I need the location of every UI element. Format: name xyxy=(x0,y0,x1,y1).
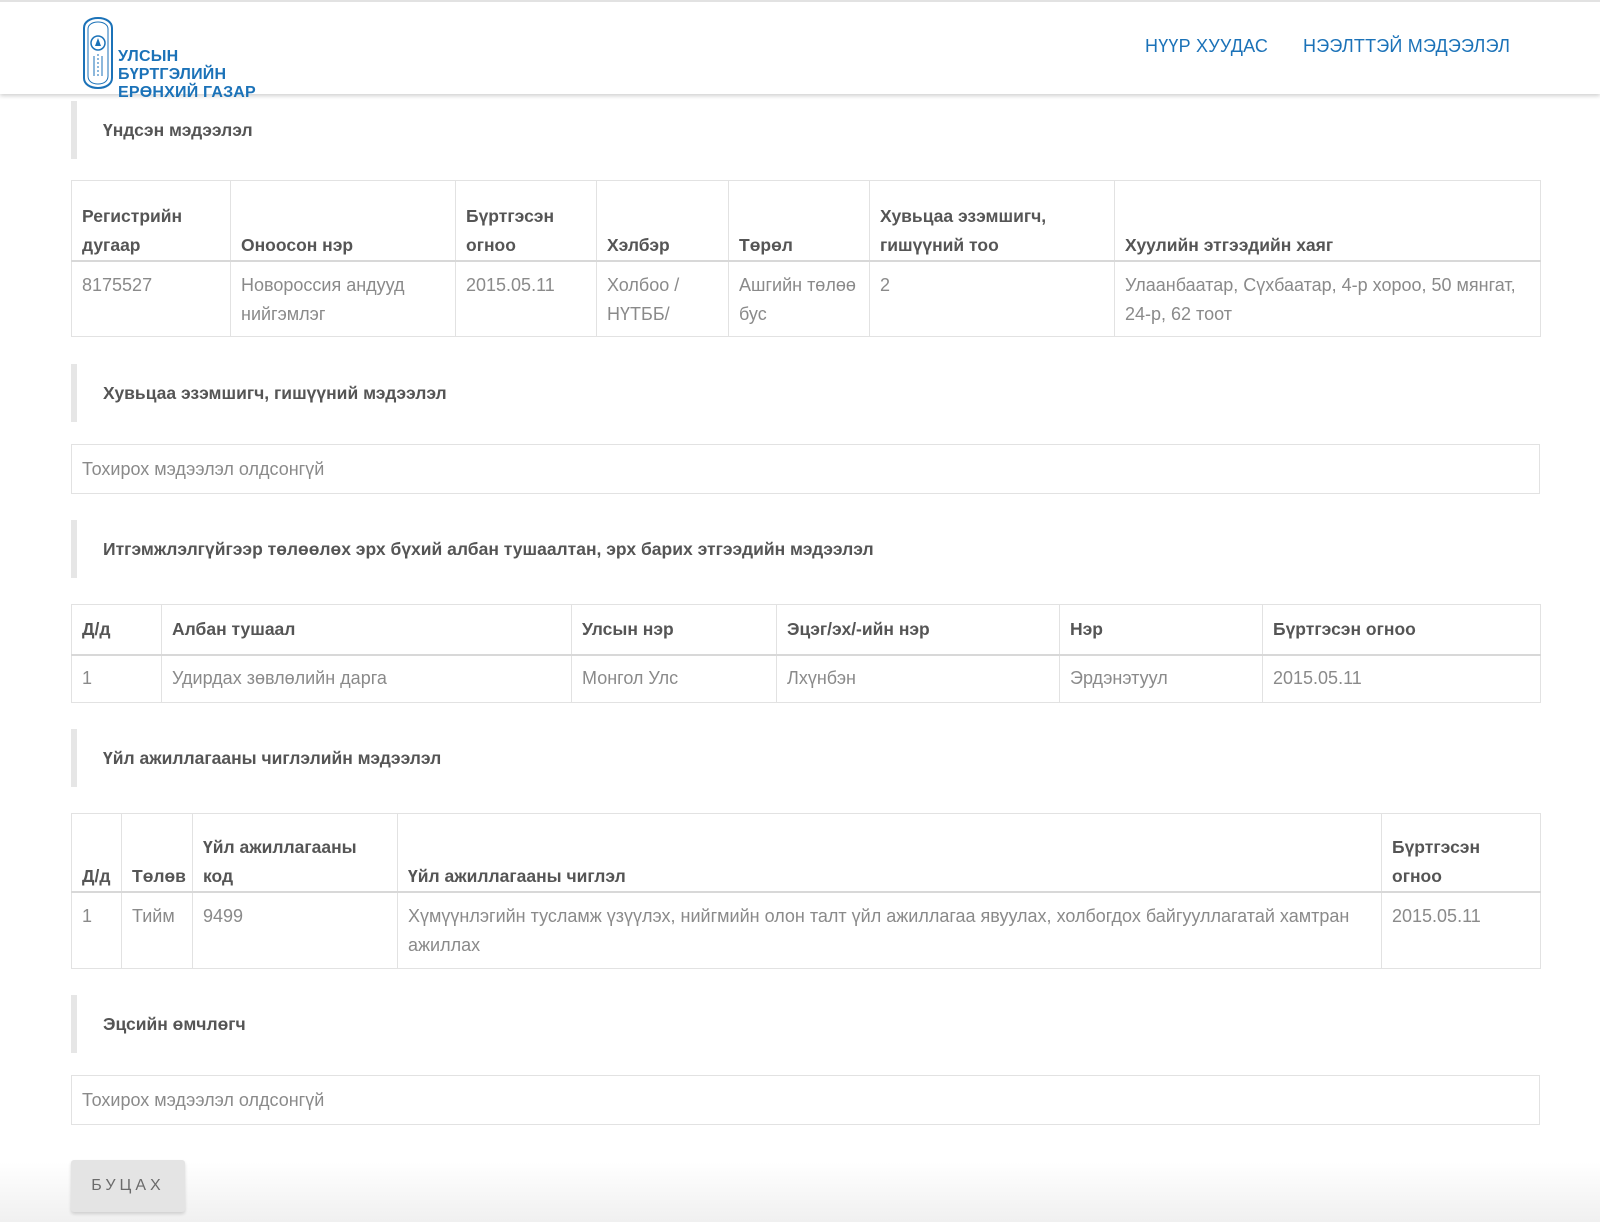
row-index: 1 xyxy=(82,668,93,689)
back-button[interactable]: БУЦАХ xyxy=(71,1160,185,1212)
activity-registration-date: 2015.05.11 xyxy=(1381,891,1541,969)
nav-public-info-link[interactable]: НЭЭЛТТЭЙ МЭДЭЭЛЭЛ xyxy=(1303,36,1510,57)
emblem-icon xyxy=(83,16,113,90)
column-header: Регистрийн дугаар xyxy=(71,180,231,262)
activity-description: Хүмүүнлэгийн тусламж үзүүлэх, нийгмийн о… xyxy=(397,891,1382,969)
column-header: Нэр xyxy=(1059,604,1263,656)
activity-code: 9499 xyxy=(192,891,398,969)
official-parent-name: Лхүнбэн xyxy=(776,654,1060,703)
registration-number: 8175527 xyxy=(82,274,153,295)
main-content: Үндсэн мэдээлэл Регистрийн дугаар Оноосо… xyxy=(71,101,1541,1125)
entity-form: Холбоо / НҮТББ/ xyxy=(596,260,729,337)
table-header-row: Регистрийн дугаар Оноосон нэр Бүртгэсэн … xyxy=(71,180,1541,262)
column-header: Эцэг/эх/-ийн нэр xyxy=(776,604,1060,656)
column-header: Хуулийн этгээдийн хаяг xyxy=(1114,180,1541,262)
table-row: 1 Тийм 9499 Хүмүүнлэгийн тусламж үзүүлэх… xyxy=(72,891,1541,969)
table-row: 8175527 Новороссия андууд нийгэмлэг 2015… xyxy=(72,260,1541,337)
column-header: Хувьцаа эзэмшигч, гишүүний тоо xyxy=(869,180,1115,262)
entity-type: Ашгийн төлөө бус xyxy=(728,260,870,337)
column-header: Үйл ажиллагааны чиглэл xyxy=(397,813,1382,893)
column-header: Үйл ажиллагааны код xyxy=(192,813,398,893)
column-header: Албан тушаал xyxy=(161,604,572,656)
column-header: Бүртгэсэн огноо xyxy=(1381,813,1541,893)
shareholders-empty-message: Тохирох мэдээлэл олдсонгүй xyxy=(71,444,1540,494)
top-navbar: УЛСЫН БҮРТГЭЛИЙН ЕРӨНХИЙ ГАЗАР НҮҮР ХУУД… xyxy=(0,0,1600,101)
official-registration-date: 2015.05.11 xyxy=(1262,654,1541,703)
official-name: Эрдэнэтуул xyxy=(1059,654,1263,703)
bottom-fade xyxy=(0,1162,1600,1222)
activity-status: Тийм xyxy=(121,891,193,969)
site-logo[interactable]: УЛСЫН БҮРТГЭЛИЙН ЕРӨНХИЙ ГАЗАР xyxy=(82,16,282,101)
section-title-beneficial-owner: Эцсийн өмчлөгч xyxy=(71,995,1540,1053)
column-header: Улсын нэр xyxy=(571,604,777,656)
table-header-row: Д/д Төлөв Үйл ажиллагааны код Үйл ажилла… xyxy=(71,813,1541,893)
column-header: Төлөв xyxy=(121,813,193,893)
logo-line-1: УЛСЫН БҮРТГЭЛИЙН xyxy=(118,48,227,83)
section-title-officials: Итгэмжлэлгүйгээр төлөөлөх эрх бүхий алба… xyxy=(71,520,1540,578)
column-header: Хэлбэр xyxy=(596,180,729,262)
section-title-shareholders: Хувьцаа эзэмшигч, гишүүний мэдээлэл xyxy=(71,364,1540,422)
column-header: Оноосон нэр xyxy=(230,180,456,262)
beneficial-owner-empty-message: Тохирох мэдээлэл олдсонгүй xyxy=(71,1075,1540,1125)
column-header: Бүртгэсэн огноо xyxy=(1262,604,1541,656)
row-index: 1 xyxy=(82,905,93,926)
logo-line-2: ЕРӨНХИЙ ГАЗАР xyxy=(118,84,256,101)
section-title-activities: Үйл ажиллагааны чиглэлийн мэдээлэл xyxy=(71,729,1540,787)
official-position: Удирдах зөвлөлийн дарга xyxy=(161,654,572,703)
column-header: Д/д xyxy=(71,604,162,656)
officials-table: Д/д Албан тушаал Улсын нэр Эцэг/эх/-ийн … xyxy=(71,604,1541,703)
nav-home-link[interactable]: НҮҮР ХУУДАС xyxy=(1145,36,1268,57)
official-country: Монгол Улс xyxy=(571,654,777,703)
shareholder-count: 2 xyxy=(869,260,1115,337)
column-header: Бүртгэсэн огноо xyxy=(455,180,597,262)
section-title-basic-info: Үндсэн мэдээлэл xyxy=(71,101,1540,159)
logo-text: УЛСЫН БҮРТГЭЛИЙН ЕРӨНХИЙ ГАЗАР xyxy=(118,48,282,102)
column-header: Төрөл xyxy=(728,180,870,262)
column-header: Д/д xyxy=(71,813,122,893)
activities-table: Д/д Төлөв Үйл ажиллагааны код Үйл ажилла… xyxy=(71,813,1541,969)
basic-info-table: Регистрийн дугаар Оноосон нэр Бүртгэсэн … xyxy=(71,180,1541,337)
table-header-row: Д/д Албан тушаал Улсын нэр Эцэг/эх/-ийн … xyxy=(71,604,1541,656)
entity-address: Улаанбаатар, Сүхбаатар, 4-р хороо, 50 мя… xyxy=(1114,260,1541,337)
table-row: 1 Удирдах зөвлөлийн дарга Монгол Улс Лхү… xyxy=(72,654,1541,703)
registration-date: 2015.05.11 xyxy=(455,260,597,337)
entity-name: Новороссия андууд нийгэмлэг xyxy=(230,260,456,337)
